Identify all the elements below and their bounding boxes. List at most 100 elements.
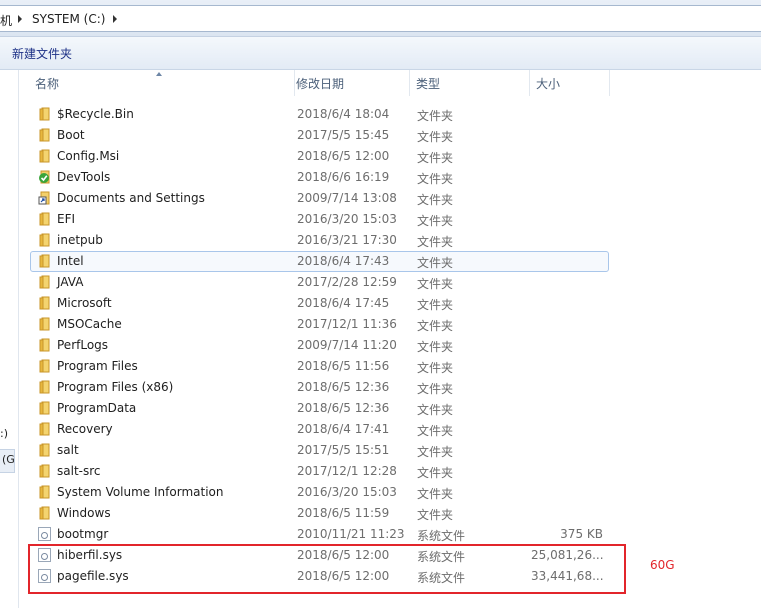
- file-name: Windows: [57, 506, 111, 520]
- file-row[interactable]: Documents and Settings 2009/7/14 13:08 文件夹: [19, 188, 761, 209]
- folder-icon: [38, 128, 51, 142]
- folder-icon: [38, 464, 51, 478]
- file-type: 文件夹: [417, 319, 454, 333]
- file-type: 文件夹: [417, 403, 454, 417]
- file-type: 文件夹: [417, 508, 454, 522]
- folder-icon: [38, 149, 51, 163]
- file-date: 2018/6/4 17:45: [297, 296, 390, 310]
- file-date: 2016/3/20 15:03: [297, 212, 397, 226]
- chevron-right-icon[interactable]: [18, 15, 22, 23]
- column-size[interactable]: 大小: [530, 70, 610, 96]
- address-bar: 机 SYSTEM (C:): [0, 0, 761, 37]
- file-date: 2009/7/14 11:20: [297, 338, 397, 352]
- folder-icon: [38, 107, 51, 121]
- file-row[interactable]: Windows 2018/6/5 11:59 文件夹: [19, 503, 761, 524]
- sort-ascending-icon: [156, 72, 162, 76]
- folder-icon: [38, 443, 51, 457]
- folder-icon: [38, 359, 51, 373]
- column-date-label: 修改日期: [296, 77, 345, 91]
- file-type: 文件夹: [417, 193, 454, 207]
- file-date: 2018/6/5 12:00: [297, 149, 390, 163]
- breadcrumb[interactable]: 机 SYSTEM (C:): [0, 5, 761, 32]
- file-name: Config.Msi: [57, 149, 120, 163]
- file-type: 系统文件: [417, 529, 466, 543]
- file-type: 文件夹: [417, 151, 454, 165]
- folder-icon: [38, 422, 51, 436]
- folder-icon: [38, 485, 51, 499]
- file-row[interactable]: System Volume Information 2016/3/20 15:03…: [19, 482, 761, 503]
- file-row[interactable]: salt 2017/5/5 15:51 文件夹: [19, 440, 761, 461]
- file-name: salt: [57, 443, 79, 457]
- folder-icon: [38, 233, 51, 247]
- file-name: inetpub: [57, 233, 103, 247]
- file-name: Documents and Settings: [57, 191, 205, 205]
- file-date: 2010/11/21 11:23: [297, 527, 405, 541]
- file-row[interactable]: EFI 2016/3/20 15:03 文件夹: [19, 209, 761, 230]
- file-row[interactable]: PerfLogs 2009/7/14 11:20 文件夹: [19, 335, 761, 356]
- green-check-icon: [38, 170, 51, 184]
- gear-icon: [41, 532, 48, 539]
- folder-icon: [38, 317, 51, 331]
- file-type: 文件夹: [417, 424, 454, 438]
- file-date: 2018/6/5 12:36: [297, 380, 390, 394]
- file-row[interactable]: inetpub 2016/3/21 17:30 文件夹: [19, 230, 761, 251]
- new-folder-button[interactable]: 新建文件夹: [6, 45, 78, 62]
- annotation-label: 60G: [650, 558, 675, 572]
- breadcrumb-system-drive[interactable]: SYSTEM (C:): [32, 12, 105, 26]
- column-name[interactable]: 名称: [29, 70, 295, 96]
- file-name: DevTools: [57, 170, 111, 184]
- file-row[interactable]: Intel 2018/6/4 17:43 文件夹: [19, 251, 761, 272]
- file-row[interactable]: Config.Msi 2018/6/5 12:00 文件夹: [19, 146, 761, 167]
- folder-icon: [38, 296, 51, 310]
- file-type: 文件夹: [417, 340, 454, 354]
- file-type: 文件夹: [417, 130, 454, 144]
- file-row[interactable]: Recovery 2018/6/4 17:41 文件夹: [19, 419, 761, 440]
- file-name: Microsoft: [57, 296, 112, 310]
- nav-drive-label-fragment[interactable]: :): [0, 427, 8, 440]
- file-name: Program Files (x86): [57, 380, 174, 394]
- shortcut-icon: [38, 191, 51, 205]
- file-name: System Volume Information: [57, 485, 224, 499]
- file-row[interactable]: JAVA 2017/2/28 12:59 文件夹: [19, 272, 761, 293]
- file-name: EFI: [57, 212, 76, 226]
- file-date: 2018/6/4 17:43: [297, 254, 390, 268]
- file-date: 2018/6/4 18:04: [297, 107, 390, 121]
- file-row[interactable]: bootmgr 2010/11/21 11:23 系统文件 375 KB: [19, 524, 761, 545]
- file-date: 2017/5/5 15:45: [297, 128, 390, 142]
- file-date: 2017/2/28 12:59: [297, 275, 397, 289]
- file-type: 文件夹: [417, 214, 454, 228]
- file-row[interactable]: Program Files 2018/6/5 11:56 文件夹: [19, 356, 761, 377]
- file-row[interactable]: Boot 2017/5/5 15:45 文件夹: [19, 125, 761, 146]
- file-type: 文件夹: [417, 466, 454, 480]
- file-name: Intel: [57, 254, 84, 268]
- nav-drive-label-fragment[interactable]: (G: [2, 453, 15, 466]
- file-type: 文件夹: [417, 298, 454, 312]
- file-date: 2018/6/5 12:36: [297, 401, 390, 415]
- file-name: PerfLogs: [57, 338, 109, 352]
- file-name: MSOCache: [57, 317, 122, 331]
- file-row[interactable]: Program Files (x86) 2018/6/5 12:36 文件夹: [19, 377, 761, 398]
- file-name: bootmgr: [57, 527, 109, 541]
- toolbar: 新建文件夹: [0, 37, 761, 70]
- file-date: 2018/6/5 11:56: [297, 359, 390, 373]
- file-row[interactable]: MSOCache 2017/12/1 11:36 文件夹: [19, 314, 761, 335]
- folder-icon: [38, 254, 51, 268]
- file-date: 2009/7/14 13:08: [297, 191, 397, 205]
- file-type: 文件夹: [417, 445, 454, 459]
- breadcrumb-computer[interactable]: 机: [0, 12, 12, 29]
- column-type[interactable]: 类型: [410, 70, 530, 96]
- file-date: 2017/5/5 15:51: [297, 443, 390, 457]
- navigation-pane: :) (G: [0, 70, 19, 608]
- file-type: 文件夹: [417, 235, 454, 249]
- file-row[interactable]: ProgramData 2018/6/5 12:36 文件夹: [19, 398, 761, 419]
- folder-icon: [38, 275, 51, 289]
- file-type: 文件夹: [417, 382, 454, 396]
- file-row[interactable]: Microsoft 2018/6/4 17:45 文件夹: [19, 293, 761, 314]
- file-row[interactable]: $Recycle.Bin 2018/6/4 18:04 文件夹: [19, 104, 761, 125]
- file-row[interactable]: DevTools 2018/6/6 16:19 文件夹: [19, 167, 761, 188]
- column-date[interactable]: 修改日期: [290, 70, 410, 96]
- folder-icon: [38, 338, 51, 352]
- chevron-right-icon[interactable]: [113, 15, 117, 23]
- file-name: JAVA: [57, 275, 84, 289]
- file-row[interactable]: salt-src 2017/12/1 12:28 文件夹: [19, 461, 761, 482]
